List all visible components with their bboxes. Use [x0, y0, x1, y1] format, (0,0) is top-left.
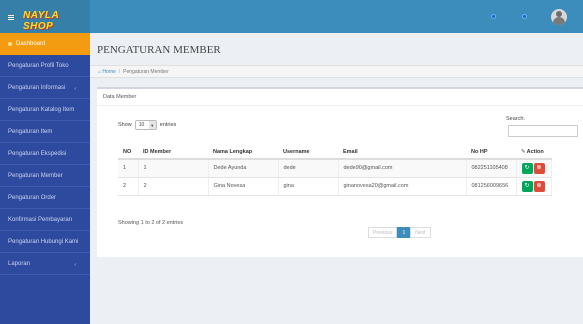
- sidebar-item-order[interactable]: Pengaturan Order: [0, 187, 90, 209]
- cell-nama-lengkap: Gina Novesa: [208, 177, 279, 196]
- sidebar-item-label: Konfirmasi Pembayaran: [8, 216, 73, 223]
- sidebar-item-dashboard[interactable]: Dashboard: [0, 33, 90, 55]
- column-header-no[interactable]: NO: [118, 145, 138, 160]
- search-input[interactable]: [508, 125, 578, 137]
- column-header-id-member[interactable]: ID Member: [138, 145, 208, 160]
- menu-toggle-icon[interactable]: [8, 15, 14, 20]
- breadcrumb-separator: /: [118, 68, 121, 75]
- entries-label: entries: [159, 122, 177, 128]
- member-table: NO ID Member Nama Lengkap Username Email…: [118, 145, 552, 196]
- main-content: PENGATURAN MEMBER ⌂ Home / Pengaturan Me…: [90, 33, 583, 324]
- column-header-username[interactable]: Username: [278, 145, 338, 160]
- chevron-down-icon: ▼: [148, 121, 156, 129]
- breadcrumb: ⌂ Home / Pengaturan Member: [90, 65, 583, 78]
- pagination: Previous 1 Next: [368, 227, 431, 238]
- breadcrumb-home-link[interactable]: ⌂ Home: [98, 69, 116, 75]
- sidebar-item-label: Laporan: [8, 260, 31, 267]
- sidebar-item-label: Pengaturan Item: [8, 128, 53, 135]
- breadcrumb-current: Pengaturan Member: [123, 68, 169, 75]
- refresh-icon: ↻: [524, 182, 530, 189]
- notification-icon[interactable]: [491, 14, 496, 19]
- sidebar: Dashboard Pengaturan Profil Toko Pengatu…: [0, 33, 90, 324]
- remove-icon: ⊗: [536, 164, 542, 171]
- remove-icon: ⊗: [536, 182, 542, 189]
- show-label: Show: [118, 122, 132, 128]
- sidebar-item-label: Pengaturan Order: [8, 194, 57, 201]
- column-header-action[interactable]: ✎Action: [516, 145, 551, 160]
- edit-button[interactable]: ↻: [521, 162, 533, 174]
- sidebar-item-label: Pengaturan Hubungi Kami: [8, 238, 79, 245]
- cell-id-member: 2: [138, 177, 209, 196]
- page-title: PENGATURAN MEMBER: [97, 44, 221, 56]
- entries-select[interactable]: 10 ▼: [134, 120, 157, 130]
- sidebar-item-label: Pengaturan Katalog Item: [8, 106, 75, 113]
- sidebar-item-member[interactable]: Pengaturan Member: [0, 165, 90, 187]
- box-title: Data Member: [97, 89, 583, 106]
- table-info: Showing 1 to 2 of 2 entries: [118, 220, 184, 226]
- action-icon: ✎: [521, 148, 526, 155]
- cell-id-member: 1: [138, 159, 209, 178]
- table-row: 1 1 Dede Ayunda dede dede90@gmail.com 08…: [118, 159, 552, 178]
- cell-no-hp: 081256009656: [466, 177, 517, 196]
- cell-no: 2: [118, 177, 139, 196]
- member-data-box: Data Member Show 10 ▼ entries Search: NO…: [97, 87, 583, 257]
- sidebar-item-informasi[interactable]: Pengaturan Informasi ‹: [0, 77, 90, 99]
- edit-button[interactable]: ↻: [521, 180, 533, 192]
- next-page-button[interactable]: Next: [410, 227, 431, 238]
- sidebar-item-hubungi-kami[interactable]: Pengaturan Hubungi Kami: [0, 231, 90, 253]
- cell-username: gina: [278, 177, 339, 196]
- delete-button[interactable]: ⊗: [533, 180, 545, 192]
- page-1-button[interactable]: 1: [397, 227, 411, 238]
- sidebar-item-label: Pengaturan Member: [8, 172, 63, 179]
- show-entries: Show 10 ▼ entries: [118, 120, 176, 130]
- column-header-no-hp[interactable]: No HP: [466, 145, 516, 160]
- dashboard-dot-icon: [8, 42, 12, 46]
- table-row: 2 2 Gina Novesa gina ginanovesa20@gmail.…: [118, 177, 552, 196]
- breadcrumb-home-label: Home: [102, 68, 116, 75]
- table-header-row: NO ID Member Nama Lengkap Username Email…: [118, 145, 551, 160]
- sidebar-item-label: Pengaturan Profil Toko: [8, 62, 69, 69]
- sidebar-item-laporan[interactable]: Laporan ‹: [0, 253, 90, 275]
- column-header-email[interactable]: Email: [338, 145, 466, 160]
- cell-username: dede: [278, 159, 339, 178]
- message-icon[interactable]: [522, 14, 527, 19]
- sidebar-item-label: Pengaturan Ekspedisi: [8, 150, 67, 157]
- cell-no: 1: [118, 159, 139, 178]
- cell-email: dede90@gmail.com: [338, 159, 467, 178]
- chevron-left-icon: ‹: [74, 86, 76, 92]
- search-label: Search:: [506, 116, 525, 122]
- entries-value: 10: [138, 122, 145, 128]
- sidebar-item-profil-toko[interactable]: Pengaturan Profil Toko: [0, 55, 90, 77]
- sidebar-item-label: Pengaturan Informasi: [8, 84, 66, 91]
- refresh-icon: ↻: [524, 164, 530, 171]
- column-header-nama-lengkap[interactable]: Nama Lengkap: [208, 145, 278, 160]
- cell-no-hp: 082251105408: [466, 159, 517, 178]
- top-navbar: NAYLA SHOP: [0, 0, 583, 33]
- user-avatar[interactable]: [551, 9, 567, 25]
- brand-area: NAYLA SHOP: [0, 0, 90, 33]
- cell-nama-lengkap: Dede Ayunda: [208, 159, 279, 178]
- sidebar-item-katalog-item[interactable]: Pengaturan Katalog Item: [0, 99, 90, 121]
- sidebar-item-ekspedisi[interactable]: Pengaturan Ekspedisi: [0, 143, 90, 165]
- cell-action: ↻ ⊗: [516, 159, 552, 178]
- cell-email: ginanovesa20@gmail.com: [338, 177, 467, 196]
- delete-button[interactable]: ⊗: [533, 162, 545, 174]
- sidebar-item-konfirmasi[interactable]: Konfirmasi Pembayaran: [0, 209, 90, 231]
- shop-logo[interactable]: NAYLA SHOP: [23, 10, 90, 32]
- avatar-body: [553, 17, 565, 25]
- sidebar-item-label: Dashboard: [16, 41, 46, 47]
- previous-page-button[interactable]: Previous: [368, 227, 398, 238]
- action-header-label: Action: [526, 148, 544, 155]
- chevron-left-icon: ‹: [74, 262, 76, 268]
- cell-action: ↻ ⊗: [516, 177, 552, 196]
- sidebar-item-item[interactable]: Pengaturan Item: [0, 121, 90, 143]
